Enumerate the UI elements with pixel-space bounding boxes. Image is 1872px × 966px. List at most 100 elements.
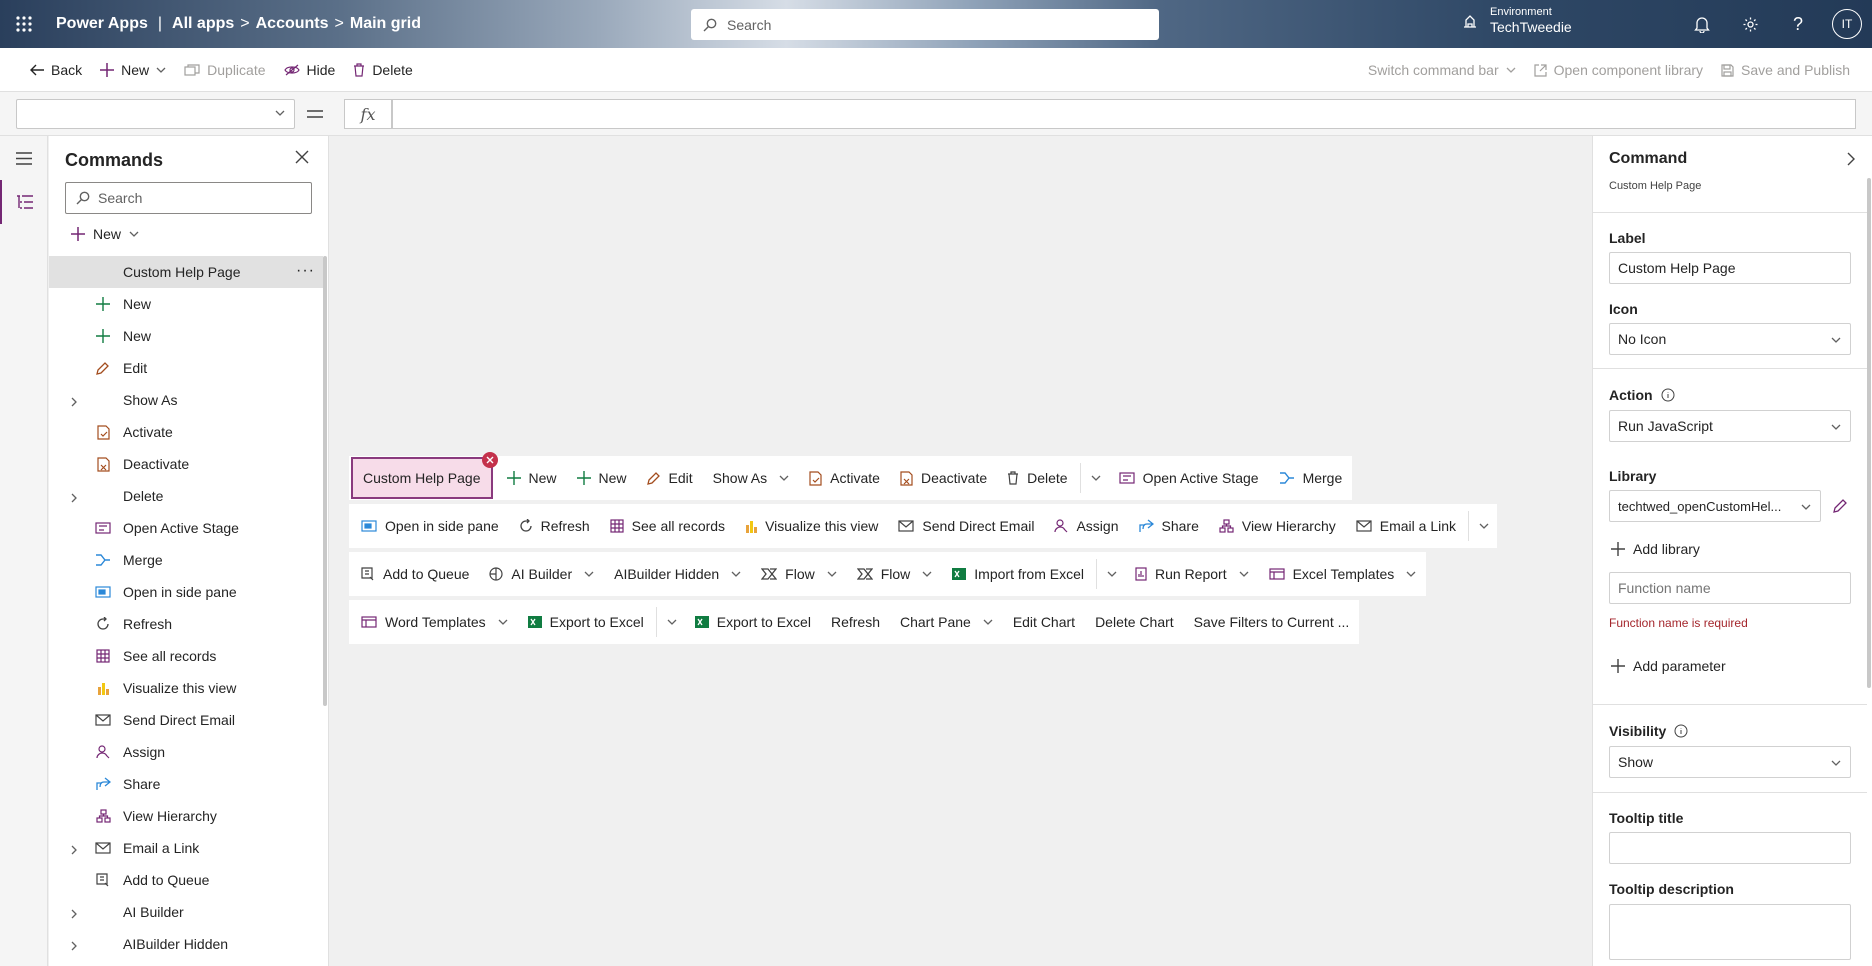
preview-button-visualize-this-view[interactable]: Visualize this view bbox=[735, 504, 888, 548]
preview-button-show-as[interactable]: Show As bbox=[703, 456, 799, 500]
split-dropdown-button[interactable] bbox=[1471, 504, 1497, 548]
visibility-dropdown[interactable]: Show bbox=[1609, 746, 1851, 778]
preview-button-edit-chart[interactable]: Edit Chart bbox=[1003, 600, 1085, 644]
breadcrumb-all-apps[interactable]: All apps bbox=[172, 15, 234, 33]
tree-item-edit[interactable]: Edit bbox=[49, 352, 323, 384]
preview-button-run-report[interactable]: Run Report bbox=[1125, 552, 1259, 596]
preview-button-deactivate[interactable]: Deactivate bbox=[890, 456, 997, 500]
preview-button-delete-chart[interactable]: Delete Chart bbox=[1085, 600, 1184, 644]
preview-button-flow[interactable]: Flow bbox=[751, 552, 847, 596]
duplicate-button[interactable]: Duplicate bbox=[175, 48, 274, 92]
function-name-input[interactable] bbox=[1609, 572, 1851, 604]
delete-button[interactable]: Delete bbox=[344, 48, 421, 92]
chevron-right-icon[interactable] bbox=[71, 842, 77, 858]
preview-button-email-a-link[interactable]: Email a Link bbox=[1346, 504, 1466, 548]
tooltip-title-input[interactable] bbox=[1609, 832, 1851, 864]
collapse-chevron-right-icon[interactable] bbox=[1847, 152, 1855, 169]
label-field[interactable]: Custom Help Page bbox=[1609, 252, 1851, 284]
chevron-right-icon[interactable] bbox=[71, 938, 77, 954]
tree-item-ai-builder[interactable]: AI Builder bbox=[49, 896, 323, 928]
tree-item-open-in-side-pane[interactable]: Open in side pane bbox=[49, 576, 323, 608]
tree-item-activate[interactable]: Activate bbox=[49, 416, 323, 448]
tree-item-show-as[interactable]: Show As bbox=[49, 384, 323, 416]
library-dropdown[interactable]: techtwed_openCustomHel... bbox=[1609, 490, 1821, 522]
preview-button-activate[interactable]: Activate bbox=[799, 456, 890, 500]
preview-selected-command[interactable]: Custom Help Page bbox=[351, 452, 498, 499]
fx-button[interactable]: fx bbox=[344, 99, 392, 129]
tree-item-new[interactable]: New bbox=[49, 288, 323, 320]
tree-item-aibuilder-hidden[interactable]: AIBuilder Hidden bbox=[49, 928, 323, 960]
preview-button-export-to-excel[interactable]: Export to Excel bbox=[518, 600, 654, 644]
preview-button-export-to-excel[interactable]: Export to Excel bbox=[685, 600, 821, 644]
preview-button-import-from-excel[interactable]: Import from Excel bbox=[942, 552, 1094, 596]
back-button[interactable]: Back bbox=[0, 48, 91, 92]
preview-button-open-in-side-pane[interactable]: Open in side pane bbox=[351, 504, 509, 548]
preview-button-edit[interactable]: Edit bbox=[637, 456, 703, 500]
tree-item-delete[interactable]: Delete bbox=[49, 480, 323, 512]
tree-item-merge[interactable]: Merge bbox=[49, 544, 323, 576]
preview-button-refresh[interactable]: Refresh bbox=[821, 600, 890, 644]
tree-item-new[interactable]: New bbox=[49, 320, 323, 352]
hide-button[interactable]: Hide bbox=[275, 48, 345, 92]
preview-button-ai-builder[interactable]: AI Builder bbox=[479, 552, 604, 596]
tree-item-see-all-records[interactable]: See all records bbox=[49, 640, 323, 672]
new-button[interactable]: New bbox=[91, 48, 175, 92]
preview-button-save-filters-to-current[interactable]: Save Filters to Current ... bbox=[1184, 600, 1360, 644]
chevron-right-icon[interactable] bbox=[71, 394, 77, 410]
preview-button-assign[interactable]: Assign bbox=[1044, 504, 1128, 548]
tree-item-assign[interactable]: Assign bbox=[49, 736, 323, 768]
settings-gear-icon[interactable] bbox=[1726, 0, 1774, 48]
preview-button-excel-templates[interactable]: Excel Templates bbox=[1259, 552, 1427, 596]
preview-button-chart-pane[interactable]: Chart Pane bbox=[890, 600, 1003, 644]
app-name[interactable]: Power Apps bbox=[56, 15, 148, 33]
info-icon[interactable] bbox=[1661, 388, 1675, 402]
switch-command-bar-button[interactable]: Switch command bar bbox=[1359, 48, 1525, 92]
preview-button-aibuilder-hidden[interactable]: AIBuilder Hidden bbox=[604, 552, 751, 596]
preview-button-open-active-stage[interactable]: Open Active Stage bbox=[1109, 456, 1269, 500]
commands-search-input[interactable]: Search bbox=[65, 182, 312, 214]
add-parameter-button[interactable]: Add parameter bbox=[1611, 658, 1726, 674]
help-question-icon[interactable]: ? bbox=[1774, 0, 1822, 48]
open-component-library-button[interactable]: Open component library bbox=[1525, 48, 1712, 92]
split-dropdown-button[interactable] bbox=[659, 600, 685, 644]
app-launcher-icon[interactable] bbox=[0, 0, 48, 48]
tree-item-deactivate[interactable]: Deactivate bbox=[49, 448, 323, 480]
new-command-button[interactable]: New bbox=[71, 226, 139, 242]
property-dropdown[interactable] bbox=[16, 99, 295, 129]
preview-button-send-direct-email[interactable]: Send Direct Email bbox=[888, 504, 1044, 548]
hamburger-menu-icon[interactable] bbox=[0, 136, 48, 180]
tooltip-description-textarea[interactable] bbox=[1609, 904, 1851, 960]
preview-button-share[interactable]: Share bbox=[1129, 504, 1209, 548]
chevron-right-icon[interactable] bbox=[71, 906, 77, 922]
properties-scrollbar[interactable] bbox=[1867, 178, 1871, 688]
tree-item-refresh[interactable]: Refresh bbox=[49, 608, 323, 640]
tree-item-share[interactable]: Share bbox=[49, 768, 323, 800]
tree-item-email-a-link[interactable]: Email a Link bbox=[49, 832, 323, 864]
split-dropdown-button[interactable] bbox=[1083, 456, 1109, 500]
tree-item-add-to-queue[interactable]: Add to Queue bbox=[49, 864, 323, 896]
global-search-input[interactable]: Search bbox=[691, 9, 1159, 40]
tree-item-send-direct-email[interactable]: Send Direct Email bbox=[49, 704, 323, 736]
preview-button-flow[interactable]: Flow bbox=[847, 552, 943, 596]
preview-button-delete[interactable]: Delete bbox=[997, 456, 1077, 500]
breadcrumb-main-grid[interactable]: Main grid bbox=[350, 15, 421, 33]
tree-item-view-hierarchy[interactable]: View Hierarchy bbox=[49, 800, 323, 832]
preview-button-view-hierarchy[interactable]: View Hierarchy bbox=[1209, 504, 1346, 548]
notifications-bell-icon[interactable] bbox=[1678, 0, 1726, 48]
info-icon[interactable] bbox=[1674, 724, 1688, 738]
tree-item-custom-help-page[interactable]: Custom Help Page ··· bbox=[49, 256, 323, 288]
more-options-icon[interactable]: ··· bbox=[296, 262, 315, 280]
tree-view-icon[interactable] bbox=[0, 180, 48, 224]
formula-input[interactable] bbox=[392, 99, 1856, 129]
preview-button-refresh[interactable]: Refresh bbox=[509, 504, 600, 548]
preview-button-see-all-records[interactable]: See all records bbox=[600, 504, 735, 548]
save-and-publish-button[interactable]: Save and Publish bbox=[1712, 48, 1872, 92]
preview-button-new[interactable]: New bbox=[567, 456, 637, 500]
breadcrumb-accounts[interactable]: Accounts bbox=[256, 15, 329, 33]
preview-button-word-templates[interactable]: Word Templates bbox=[351, 600, 518, 644]
action-dropdown[interactable]: Run JavaScript bbox=[1609, 410, 1851, 442]
tree-item-open-active-stage[interactable]: Open Active Stage bbox=[49, 512, 323, 544]
chevron-right-icon[interactable] bbox=[71, 490, 77, 506]
add-library-button[interactable]: Add library bbox=[1611, 541, 1700, 557]
environment-picker[interactable]: Environment TechTweedie bbox=[1462, 6, 1572, 36]
